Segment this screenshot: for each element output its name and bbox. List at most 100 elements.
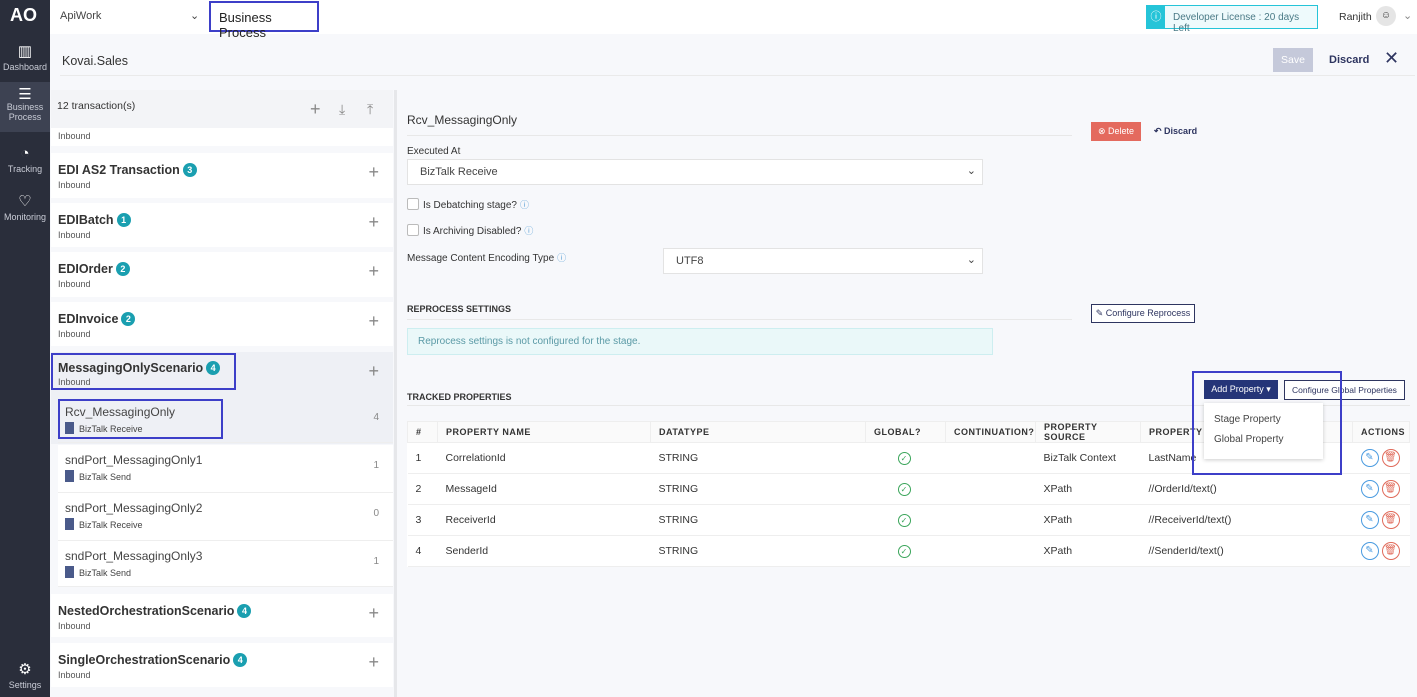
workspace-select[interactable]: ApiWork ⌄ [60, 10, 199, 22]
discard-button[interactable]: Discard [1329, 54, 1369, 66]
add-icon[interactable]: + [368, 361, 379, 382]
avatar[interactable]: ☺ [1376, 6, 1396, 26]
chevron-down-icon[interactable]: ⌄ [1403, 9, 1412, 22]
list-header: 12 transaction(s) + ⤓ ⤒ [51, 90, 393, 128]
table-cell: ReceiverId [437, 504, 651, 536]
delete-icon[interactable]: 🗑 [1381, 480, 1400, 498]
table-row: 2 MessageId STRING ✓ XPath//OrderId/text() ✎ 🗑 [407, 473, 1410, 505]
check-icon: ✓ [897, 451, 911, 465]
add-icon[interactable]: + [368, 652, 379, 673]
server-icon [65, 566, 74, 578]
transaction-item[interactable]: EDInvoice 2 Inbound + [51, 302, 393, 346]
gear-icon: ⚙ [18, 661, 32, 678]
table-cell: XPath [1035, 504, 1141, 536]
table-cell: STRING [650, 442, 866, 474]
sidebar-item-business-process[interactable]: ☰ Business Process [0, 82, 50, 132]
help-icon: ⓘ [519, 200, 529, 210]
stage-item[interactable]: sndPort_MessagingOnly2 BizTalk Receive 0 [58, 493, 393, 541]
list-icon: ☰ [18, 86, 32, 103]
table-cell: STRING [650, 473, 866, 505]
executed-at-label: Executed At [407, 146, 461, 157]
logo: AO [10, 5, 37, 25]
project-title: Kovai.Sales [62, 54, 129, 68]
chevron-down-icon: ⌄ [190, 10, 200, 22]
table-cell: XPath [1035, 473, 1141, 505]
table-cell: SenderId [437, 535, 651, 567]
transaction-item[interactable]: SingleOrchestrationScenario 4 Inbound + [51, 643, 393, 687]
stage-title: Rcv_MessagingOnly [407, 113, 518, 127]
edit-icon[interactable]: ✎ [1360, 449, 1379, 467]
add-icon[interactable]: + [368, 261, 379, 282]
table-cell: 4 [407, 535, 438, 567]
upload-icon[interactable]: ⤒ [367, 101, 373, 118]
discard-stage-button[interactable]: ↶ Discard [1154, 126, 1197, 137]
sidebar-item-monitoring[interactable]: ♡ Monitoring [0, 192, 50, 228]
transaction-item[interactable]: EDIOrder 2 Inbound + [51, 252, 393, 297]
close-icon[interactable]: ✕ [1384, 48, 1399, 69]
section-title: REPROCESS SETTINGS [407, 304, 512, 314]
help-icon: ⓘ [524, 226, 534, 236]
configure-reprocess-button[interactable]: ✎ Configure Reprocess [1091, 304, 1195, 323]
stage-item[interactable]: sndPort_MessagingOnly3 BizTalk Send 1 [58, 541, 393, 587]
stage-item[interactable]: sndPort_MessagingOnly1 BizTalk Send 1 [58, 445, 393, 493]
table-cell: 2 [407, 473, 438, 505]
sidebar-item-dashboard[interactable]: ▥ Dashboard [0, 42, 50, 78]
scrollbar[interactable] [394, 90, 397, 697]
edit-icon[interactable]: ✎ [1360, 542, 1379, 560]
table-cell: //SenderId/text() [1140, 535, 1353, 567]
scrolled-transaction-item[interactable]: Inbound [51, 128, 393, 146]
table-cell: 1 [407, 442, 438, 474]
highlight-box [1192, 371, 1342, 475]
check-icon: ✓ [897, 513, 911, 527]
table-cell: STRING [650, 535, 866, 567]
archiving-checkbox[interactable]: Is Archiving Disabled? ⓘ [407, 224, 533, 237]
encoding-label: Message Content Encoding Type ⓘ [407, 253, 567, 264]
server-icon [65, 470, 74, 482]
edit-icon[interactable]: ✎ [1360, 511, 1379, 529]
delete-icon[interactable]: 🗑 [1381, 449, 1400, 467]
executed-at-select[interactable]: BizTalk Receive ⌄ [407, 159, 983, 185]
table-cell: STRING [650, 504, 866, 536]
table-cell: XPath [1035, 535, 1141, 567]
sidebar-item-settings[interactable]: ⚙ Settings [0, 660, 50, 696]
add-icon[interactable]: + [368, 311, 379, 332]
check-icon: ✓ [897, 544, 911, 558]
transaction-item[interactable]: EDIBatch 1 Inbound + [51, 203, 393, 247]
user-name[interactable]: Ranjith [1339, 11, 1372, 23]
server-icon [65, 518, 74, 530]
delete-icon[interactable]: 🗑 [1381, 511, 1400, 529]
table-cell: BizTalk Context [1035, 442, 1141, 474]
save-button[interactable]: Save [1273, 48, 1313, 72]
delete-button[interactable]: ⊗ Delete [1091, 122, 1141, 141]
bar-chart-icon: ▥ [17, 43, 33, 60]
transaction-item[interactable]: EDI AS2 Transaction 3 Inbound + [51, 153, 393, 198]
table-cell: 3 [407, 504, 438, 536]
top-bar: ApiWork ⌄ Business Process ⓘ Developer Lic… [50, 0, 1417, 40]
chevron-down-icon: ⌄ [966, 254, 976, 266]
download-icon[interactable]: ⤓ [339, 101, 345, 118]
clock-icon: ◔ [20, 145, 30, 162]
debatching-checkbox[interactable]: Is Debatching stage? ⓘ [407, 198, 529, 211]
check-icon: ✓ [897, 482, 911, 496]
sidebar-item-tracking[interactable]: ◔ Tracking [0, 145, 50, 181]
transaction-item[interactable]: NestedOrchestrationScenario 4 Inbound + [51, 594, 393, 637]
add-icon[interactable]: + [368, 603, 379, 624]
stage-item-selected[interactable]: Rcv_MessagingOnly BizTalk Receive 4 [58, 397, 393, 443]
reprocess-info: Reprocess settings is not configured for… [407, 328, 993, 355]
table-cell: //ReceiverId/text() [1140, 504, 1353, 536]
add-icon[interactable]: + [368, 212, 379, 233]
add-icon[interactable]: + [368, 162, 379, 183]
heart-icon: ♡ [18, 193, 32, 210]
server-icon [65, 422, 74, 434]
license-badge: ⓘ Developer License : 20 days Left [1146, 5, 1318, 34]
edit-icon[interactable]: ✎ [1360, 480, 1379, 498]
table-cell: MessageId [437, 473, 651, 505]
table-row: 3 ReceiverId STRING ✓ XPath//ReceiverId/text… [407, 504, 1410, 536]
add-icon[interactable]: + [310, 99, 321, 120]
table-row: 4 SenderId STRING ✓ XPath//SenderId/text() ✎ 🗑 [407, 535, 1410, 567]
sidebar: AO ▥ Dashboard ☰ Business Process ◔ Trackin… [0, 0, 50, 697]
page-title: Business Process [209, 1, 319, 40]
table-cell: CorrelationId [437, 442, 651, 474]
delete-icon[interactable]: 🗑 [1381, 542, 1400, 560]
encoding-select[interactable]: UTF8 ⌄ [663, 248, 983, 274]
